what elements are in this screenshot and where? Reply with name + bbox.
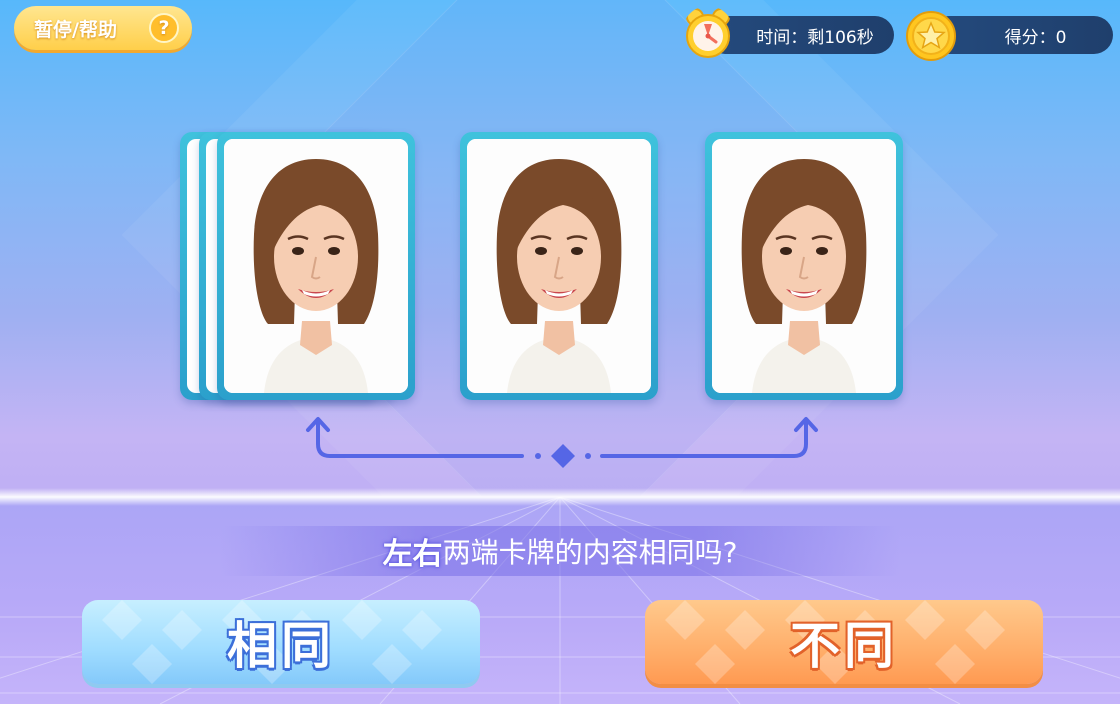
score-text: 得分：0 xyxy=(1004,27,1067,48)
portrait-image xyxy=(467,139,651,393)
portrait-woman-icon xyxy=(224,139,408,393)
left-card xyxy=(217,132,415,400)
pause-help-button[interactable]: 暂停/帮助 ? xyxy=(14,6,192,50)
question-highlight: 左右 xyxy=(382,537,443,572)
middle-card xyxy=(460,132,658,400)
different-label: 不同 xyxy=(790,617,898,675)
same-label: 相同 xyxy=(227,617,335,675)
score-display: 得分：0 xyxy=(930,16,1113,54)
right-card xyxy=(705,132,903,400)
portrait-woman-icon xyxy=(712,139,896,393)
horizon-glow xyxy=(0,488,1120,506)
coin-star-icon xyxy=(906,11,956,61)
help-icon: ? xyxy=(149,13,179,43)
portrait-image xyxy=(712,139,896,393)
pause-help-label: 暂停/帮助 xyxy=(34,18,117,41)
same-button[interactable]: 相同 xyxy=(82,600,480,684)
different-button[interactable]: 不同 xyxy=(645,600,1043,684)
question-text: 两端卡牌的内容相同吗? xyxy=(442,536,738,569)
portrait-woman-icon xyxy=(467,139,651,393)
portrait-image xyxy=(224,139,408,393)
alarm-clock-icon xyxy=(686,8,730,58)
question-bar: 左右 两端卡牌的内容相同吗? xyxy=(220,526,900,576)
timer-display: 时间：剩106秒 xyxy=(706,16,894,54)
double-arrow-icon xyxy=(306,417,818,468)
timer-text: 时间：剩106秒 xyxy=(756,27,874,48)
